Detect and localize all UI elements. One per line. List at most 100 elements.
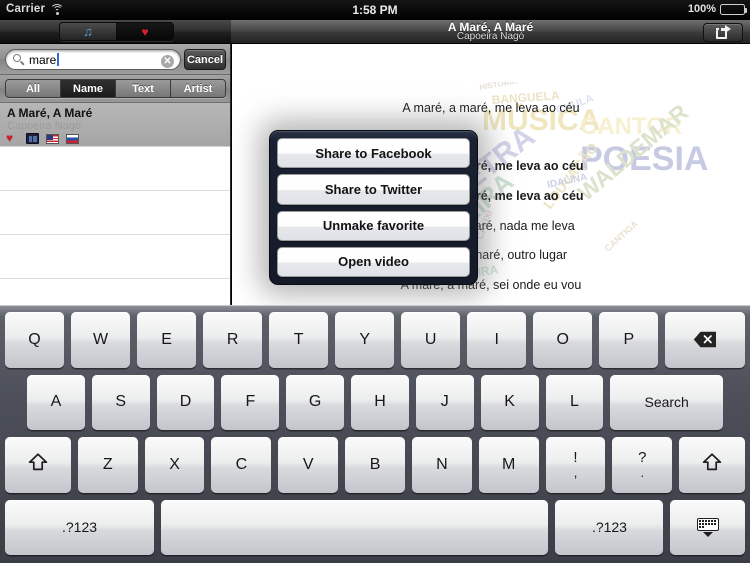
clear-icon[interactable]: ✕ [161,54,174,68]
space-key[interactable] [161,499,549,555]
shift-icon [27,452,49,477]
list-item [0,235,230,279]
status-bar-clock: 1:58 PM [352,3,398,17]
battery-percent-label: 100% [687,3,716,15]
ipad-app-screen: Carrier 1:58 PM 100% ♫ ♥ A Maré, A Maré … [0,0,750,563]
scope-segment-name[interactable]: Name [61,80,116,97]
key-a[interactable]: A [27,374,85,430]
word-cloud-word: HISTÓRIA [479,82,518,92]
status-bar: Carrier 1:58 PM 100% [0,0,750,20]
shift-key-left[interactable] [5,437,71,493]
key-h[interactable]: H [351,374,409,430]
share-button[interactable] [703,23,743,42]
key-x[interactable]: X [144,437,205,493]
scope-segment-all[interactable]: All [6,80,61,97]
scope-segmented-control[interactable]: All Name Text Artist [5,79,226,98]
key-z[interactable]: Z [77,437,138,493]
shift-key-right[interactable] [679,437,746,493]
music-note-icon: ♫ [83,24,93,39]
unmake-favorite-button[interactable]: Unmake favorite [277,210,470,241]
result-subtitle: Capoeira Nagó [7,120,81,132]
key-g[interactable]: G [286,374,345,430]
key-k[interactable]: K [480,374,539,430]
cancel-button[interactable]: Cancel [184,49,226,70]
left-navigation-bar: ♫ ♥ [0,20,231,44]
action-sheet-popover: Share to Facebook Share to Twitter Unmak… [269,130,478,285]
key-exclamation-label: ! [573,449,578,467]
key-i[interactable]: I [467,312,527,368]
search-input-value: mare [29,52,57,67]
search-scope-bar: All Name Text Artist [0,75,230,103]
search-return-key[interactable]: Search [610,374,724,430]
keyboard-row-1: Q W E R T Y U I O P [5,312,745,368]
search-icon [13,54,25,65]
scope-segment-artist[interactable]: Artist [171,80,225,97]
key-t[interactable]: T [269,312,329,368]
text-cursor [57,53,59,66]
word-cloud-word: AXE [430,82,455,91]
key-j[interactable]: J [415,374,474,430]
key-n[interactable]: N [411,437,472,493]
list-item [0,147,230,191]
share-to-twitter-button[interactable]: Share to Twitter [277,174,470,205]
key-u[interactable]: U [401,312,461,368]
key-b[interactable]: B [345,437,405,493]
cassette-icon [26,133,39,144]
key-f[interactable]: F [221,374,280,430]
key-c[interactable]: C [211,437,272,493]
key-exclamation-comma[interactable]: ! , [545,437,606,493]
keyboard-row-4: .?123 .?123 [5,499,745,555]
key-y[interactable]: Y [335,312,395,368]
key-d[interactable]: D [156,374,215,430]
list-item [0,279,230,305]
result-badges: ♥ [6,131,79,145]
heart-icon: ♥ [6,131,14,145]
scope-segment-text[interactable]: Text [116,80,171,97]
keyboard-row-3: Z X C V B N M ! , ? . [5,437,746,493]
key-question-label: ? [638,449,647,467]
hide-keyboard-icon [696,517,719,537]
segment-music[interactable]: ♫ [60,23,117,40]
search-input[interactable]: mare ✕ [5,49,181,70]
shift-icon [701,452,723,477]
key-s[interactable]: S [91,374,150,430]
lyric-line: A maré, a maré, me leva ao céu [402,101,580,115]
table-row[interactable]: A Maré, A Maré Capoeira Nagó ♥ [0,103,230,147]
on-screen-keyboard[interactable]: Q W E R T Y U I O P A S D F G H J K L Se… [0,305,750,563]
key-q[interactable]: Q [5,312,65,368]
numeric-key-left[interactable]: .?123 [5,499,155,555]
key-r[interactable]: R [203,312,263,368]
right-navigation-bar: A Maré, A Maré Capoeira Nagó [231,20,750,44]
backspace-icon [693,331,717,348]
flag-us-icon [46,133,59,144]
key-comma-label: , [573,464,578,480]
segment-favorites[interactable]: ♥ [117,23,173,40]
search-results-list: A Maré, A Maré Capoeira Nagó ♥ [0,103,230,305]
share-to-facebook-button[interactable]: Share to Facebook [277,138,470,169]
backspace-key[interactable] [665,312,745,368]
result-title: A Maré, A Maré [7,106,93,120]
key-w[interactable]: W [71,312,131,368]
key-question-period[interactable]: ? . [612,437,673,493]
key-o[interactable]: O [533,312,593,368]
numeric-key-right[interactable]: .?123 [555,499,664,555]
status-bar-right: 100% [687,3,748,15]
key-period-label: . [640,464,645,480]
key-e[interactable]: E [137,312,197,368]
hide-keyboard-key[interactable] [670,499,745,555]
list-item [0,191,230,235]
word-cloud-word: CANTOR [580,113,682,140]
search-panel: mare ✕ Cancel All Name Text Artist A Mar… [0,44,231,305]
page-subtitle: Capoeira Nagó [456,31,525,42]
open-video-button[interactable]: Open video [277,246,470,277]
battery-icon [720,3,748,15]
heart-icon: ♥ [141,24,149,39]
key-l[interactable]: L [545,374,604,430]
key-v[interactable]: V [278,437,339,493]
library-mode-segmented-control[interactable]: ♫ ♥ [59,22,174,41]
flag-ru-icon [66,133,79,144]
keyboard-row-2: A S D F G H J K L Search [5,374,745,430]
key-p[interactable]: P [599,312,659,368]
key-m[interactable]: M [478,437,539,493]
share-icon [715,25,731,39]
